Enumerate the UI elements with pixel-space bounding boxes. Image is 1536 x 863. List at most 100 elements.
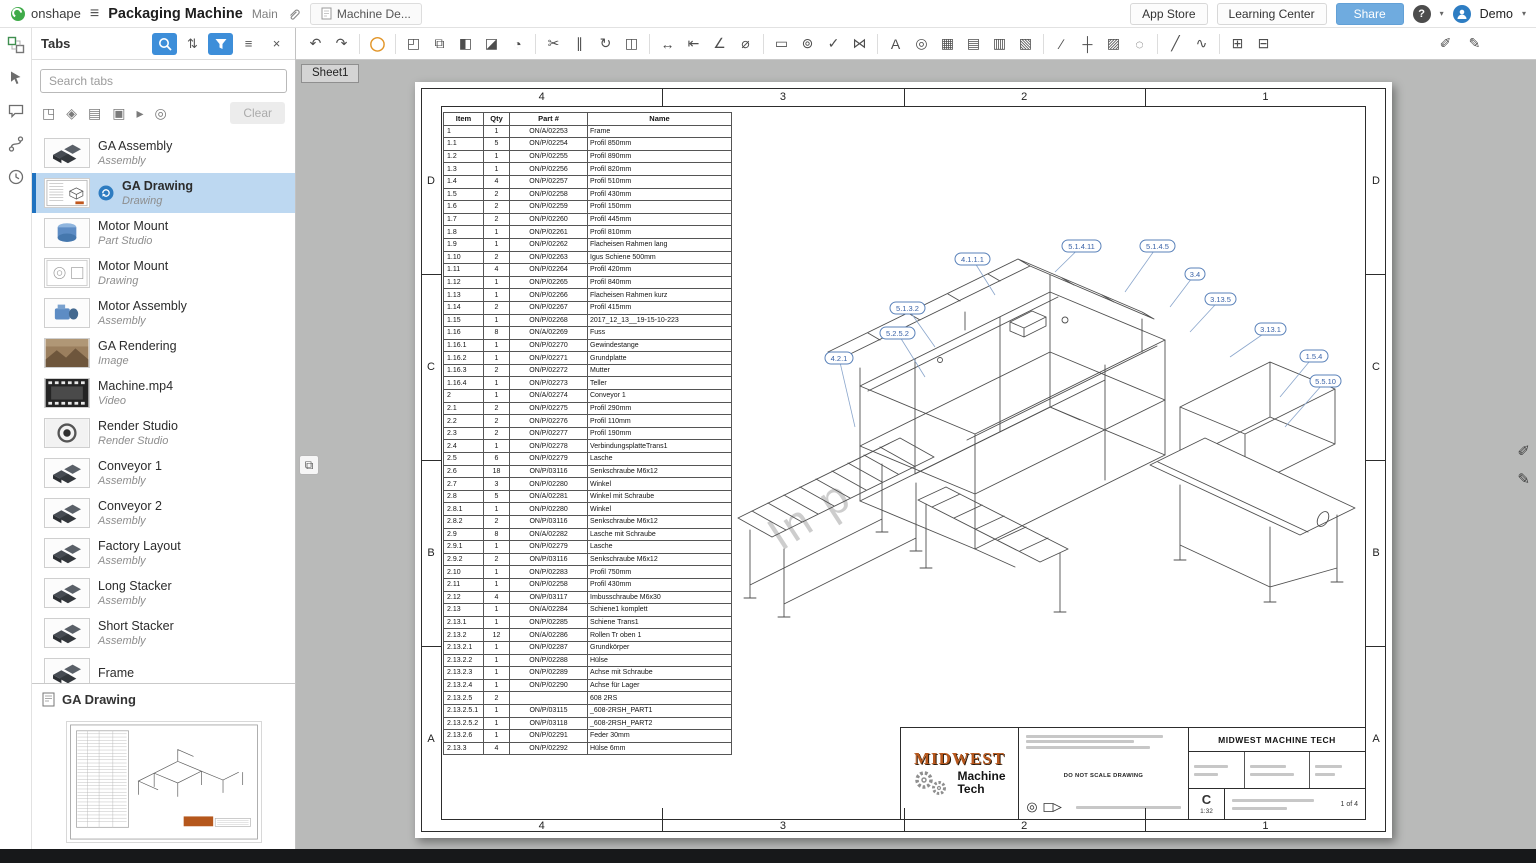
projected-view-icon[interactable]: ⧉ — [427, 32, 452, 56]
follow-mode-icon[interactable] — [7, 69, 25, 87]
ordinate-dimension-icon[interactable]: ⇤ — [681, 32, 706, 56]
attachment-icon[interactable] — [287, 7, 301, 21]
bom-table-icon[interactable]: ▤ — [961, 32, 986, 56]
filter-application-icon[interactable]: ◎ — [155, 105, 167, 122]
table-icon[interactable]: ▦ — [935, 32, 960, 56]
sort-icon[interactable]: ⇅ — [180, 33, 205, 55]
bom-item: 2.13.2.3 — [444, 667, 484, 680]
preview-thumbnail[interactable] — [66, 721, 262, 843]
app-store-button[interactable]: App Store — [1130, 3, 1207, 25]
weld-symbol-icon[interactable]: ⋈ — [847, 32, 872, 56]
bom-part-number: ON/P/03117 — [510, 591, 588, 604]
new-sheet-icon[interactable]: ⊞ — [1225, 32, 1250, 56]
user-name[interactable]: Demo — [1480, 7, 1513, 21]
list-view-icon[interactable]: ≡ — [236, 33, 261, 55]
sidebar-tab-ga-rendering[interactable]: GA RenderingImage — [32, 333, 295, 373]
sidebar-tab-factory-layout[interactable]: Factory LayoutAssembly — [32, 533, 295, 573]
break-view-icon[interactable]: ∥ — [567, 32, 592, 56]
learning-center-button[interactable]: Learning Center — [1217, 3, 1327, 25]
user-avatar[interactable] — [1453, 5, 1471, 23]
tab-manager-icon[interactable] — [7, 36, 25, 54]
hatch-icon[interactable]: ▨ — [1101, 32, 1126, 56]
bom-part-number: ON/P/02291 — [510, 730, 588, 743]
section-view-icon[interactable]: ◪ — [479, 32, 504, 56]
main-menu-icon[interactable]: ≡ — [90, 5, 99, 23]
drawing-canvas[interactable]: Sheet1 ⧉ ✐ ✎ In p ItemQtyPart #Name 11ON/… — [296, 60, 1536, 849]
detail-view-icon[interactable]: ◔ — [505, 32, 530, 56]
sidebar-tab-motor-mount[interactable]: Motor MountDrawing — [32, 253, 295, 293]
crop-view-icon[interactable]: ✂ — [541, 32, 566, 56]
sheets-panel-toggle[interactable]: ⧉ — [299, 455, 319, 475]
insert-view-icon[interactable]: ◰ — [401, 32, 426, 56]
comments-icon[interactable] — [7, 102, 25, 120]
help-icon[interactable]: ? — [1413, 5, 1431, 23]
sidebar-tab-ga-drawing[interactable]: GA DrawingDrawing — [32, 173, 295, 213]
measure-icon[interactable]: ✎ — [1462, 32, 1487, 56]
inspection-symbol-icon[interactable]: ◎ — [909, 32, 934, 56]
filter-image-icon[interactable]: ▣ — [112, 105, 125, 122]
sidebar-tab-frame[interactable]: Frame — [32, 653, 295, 683]
auxiliary-view-icon[interactable]: ◧ — [453, 32, 478, 56]
sidebar-tab-render-studio[interactable]: Render StudioRender Studio — [32, 413, 295, 453]
balloon-label: 4.1.1.1 — [961, 255, 984, 264]
dimension-icon[interactable]: ↔ — [655, 32, 680, 56]
centerline-icon[interactable]: ∕ — [1049, 32, 1074, 56]
clear-filters-button[interactable]: Clear — [230, 102, 285, 124]
bom-item: 2.4 — [444, 440, 484, 453]
line-icon[interactable]: ╱ — [1163, 32, 1188, 56]
filter-assembly-icon[interactable]: ◈ — [66, 105, 77, 122]
machine-drawing-svg: 4.1.1.15.1.4.115.1.4.53.45.1.3.23.13.55.… — [710, 200, 1360, 655]
spotlight-icon[interactable]: ◯ — [365, 32, 390, 56]
sidebar-tab-short-stacker[interactable]: Short StackerAssembly — [32, 613, 295, 653]
sidebar-tab-motor-assembly[interactable]: Motor AssemblyAssembly — [32, 293, 295, 333]
sidebar-tab-conveyor-2[interactable]: Conveyor 2Assembly — [32, 493, 295, 533]
history-icon[interactable] — [7, 168, 25, 186]
machine-isometric-wireframe — [738, 259, 1355, 617]
geometric-tolerance-icon[interactable]: ⊚ — [795, 32, 820, 56]
sheet-tab[interactable]: Sheet1 — [301, 64, 359, 83]
filter-drawing-icon[interactable]: ▤ — [88, 105, 101, 122]
sidebar-tab-ga-assembly[interactable]: GA AssemblyAssembly — [32, 133, 295, 173]
checked-dimension-icon[interactable]: ✓ — [821, 32, 846, 56]
cosmetic-thread-icon[interactable]: ◌ — [1127, 32, 1152, 56]
toolbar-separator — [1043, 34, 1044, 54]
undo-icon[interactable]: ↶ — [303, 32, 328, 56]
search-icon[interactable] — [152, 33, 177, 55]
view-visibility-icon[interactable]: ◫ — [619, 32, 644, 56]
redo-icon[interactable]: ↷ — [329, 32, 354, 56]
sheet-properties-icon[interactable]: ⊟ — [1251, 32, 1276, 56]
chamfer-dimension-icon[interactable]: ∠ — [707, 32, 732, 56]
filter-icon[interactable] — [208, 33, 233, 55]
text-icon[interactable]: A — [883, 32, 908, 56]
balloon-label: 5.1.4.5 — [1146, 242, 1169, 251]
sidebar-tab-conveyor-1[interactable]: Conveyor 1Assembly — [32, 453, 295, 493]
markup-icon[interactable]: ✐ — [1433, 32, 1458, 56]
drawing-sheet[interactable]: In p ItemQtyPart #Name 11ON/A/02253Frame… — [415, 82, 1392, 838]
update-views-icon[interactable]: ↻ — [593, 32, 618, 56]
filter-video-icon[interactable]: ▸ — [136, 105, 143, 122]
sidebar-tab-long-stacker[interactable]: Long StackerAssembly — [32, 573, 295, 613]
onshape-logo[interactable]: onshape — [10, 6, 81, 22]
bom-part-number: ON/A/02282 — [510, 528, 588, 541]
workspace-label[interactable]: Main — [252, 7, 278, 21]
sidebar-tab-motor-mount[interactable]: Motor MountPart Studio — [32, 213, 295, 253]
bom-qty: 2 — [484, 251, 510, 264]
tab-type: Video — [98, 394, 173, 408]
bom-row: 2.13.2.52608 2RS — [444, 692, 732, 705]
user-menu-caret-icon[interactable]: ▾ — [1522, 9, 1526, 18]
sidebar-tab-machine-mp4[interactable]: Machine.mp4Video — [32, 373, 295, 413]
close-icon[interactable]: × — [264, 33, 289, 55]
revision-table-icon[interactable]: ▧ — [1013, 32, 1038, 56]
note-icon[interactable]: ▭ — [769, 32, 794, 56]
render-pen-icon[interactable]: ✐ — [1517, 442, 1530, 460]
search-tabs-input[interactable] — [40, 69, 287, 93]
hole-table-icon[interactable]: ▥ — [987, 32, 1012, 56]
spline-icon[interactable]: ∿ — [1189, 32, 1214, 56]
branches-icon[interactable] — [7, 135, 25, 153]
document-tab[interactable]: Machine De... — [310, 3, 422, 25]
filter-part-studio-icon[interactable]: ◳ — [42, 105, 55, 122]
diameter-dimension-icon[interactable]: ⌀ — [733, 32, 758, 56]
share-button[interactable]: Share — [1336, 3, 1404, 25]
edit-pen-icon[interactable]: ✎ — [1517, 470, 1530, 488]
center-mark-icon[interactable]: ┼ — [1075, 32, 1100, 56]
